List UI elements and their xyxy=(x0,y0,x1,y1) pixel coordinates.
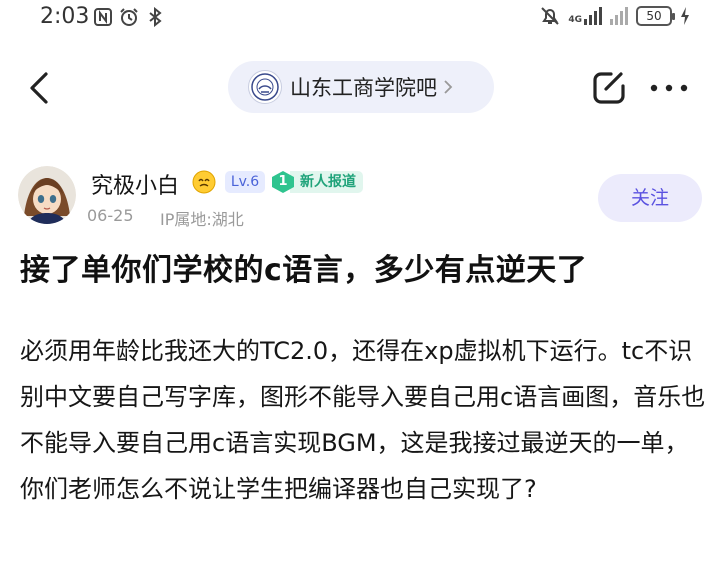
charging-icon xyxy=(681,7,689,25)
status-left-icons xyxy=(93,7,165,27)
newbie-badge: 1 新人报道 xyxy=(270,170,363,194)
back-icon[interactable] xyxy=(26,70,54,106)
signal-icon: 4G xyxy=(568,7,602,25)
emoji-icon xyxy=(192,170,216,194)
post-body: 必须用年龄比我还大的TC2.0，还得在xp虚拟机下运行。tc不识别中文要自己写字… xyxy=(20,337,706,503)
post-date: 06-25 xyxy=(87,206,134,225)
forum-name: 山东工商学院吧 xyxy=(290,76,437,100)
edit-icon[interactable] xyxy=(591,70,627,106)
bluetooth-icon xyxy=(149,7,162,27)
signal-icon-2 xyxy=(610,7,628,25)
forum-link[interactable]: 山东工商学院吧 xyxy=(228,61,494,113)
battery-icon: 50 xyxy=(636,6,675,26)
badge-number: 1 xyxy=(278,174,288,189)
ip-location: IP属地:湖北 xyxy=(160,210,244,229)
author-name[interactable]: 究极小白 xyxy=(91,168,179,200)
level-badge: Lv.6 xyxy=(225,171,265,193)
follow-button[interactable]: 关注 xyxy=(598,174,702,222)
alarm-icon xyxy=(120,8,138,26)
status-time: 2:03 xyxy=(40,4,90,29)
forum-logo-icon xyxy=(248,70,282,104)
newbie-badge-label: 新人报道 xyxy=(290,171,363,193)
more-icon[interactable] xyxy=(650,84,688,92)
chevron-right-icon xyxy=(444,80,453,94)
gem-badge-icon: 1 xyxy=(270,170,296,194)
status-bar: 2:03 4G 50 xyxy=(0,0,720,34)
nfc-icon xyxy=(94,8,112,26)
network-label: 4G xyxy=(568,15,582,25)
status-right-icons: 4G 50 xyxy=(540,6,690,26)
post-title: 接了单你们学校的c语言，多少有点逆天了 xyxy=(20,253,588,288)
avatar[interactable] xyxy=(18,166,76,224)
mute-icon xyxy=(541,7,560,25)
